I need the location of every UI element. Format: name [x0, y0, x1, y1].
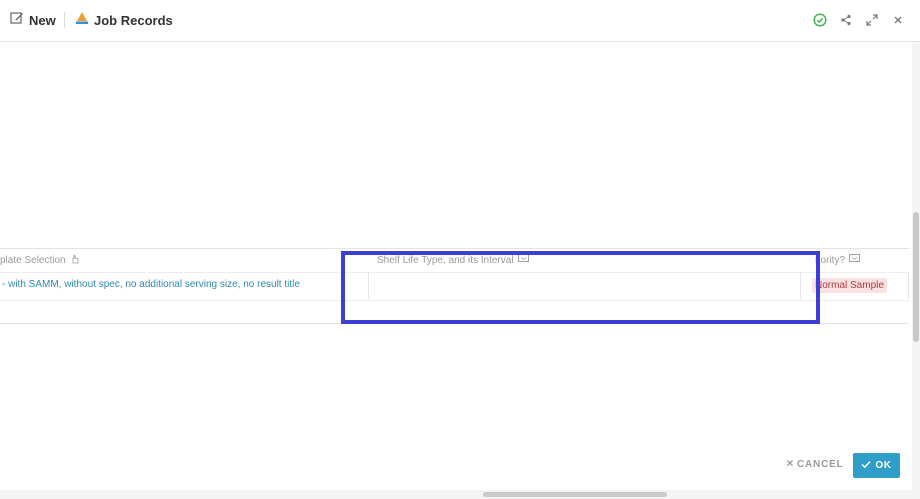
- grid-top-border: [0, 248, 909, 249]
- comment-icon: [849, 254, 860, 267]
- cell-divider: [800, 272, 801, 299]
- column-header-template-selection[interactable]: plate Selection: [0, 254, 80, 267]
- cell-divider: [908, 272, 909, 299]
- column-header-shelf-life[interactable]: Shelf Life Type, and its Interval: [377, 254, 529, 267]
- column-header-label: Shelf Life Type, and its Interval: [377, 255, 514, 266]
- edit-icon: [10, 11, 24, 30]
- cancel-button[interactable]: CANCEL: [786, 459, 843, 470]
- grid-bottom-border: [0, 323, 909, 324]
- column-header-label: plate Selection: [0, 255, 66, 266]
- shelf-life-cell[interactable]: [369, 273, 800, 298]
- cancel-label: CANCEL: [797, 459, 844, 470]
- horizontal-scrollbar-thumb[interactable]: [483, 492, 667, 497]
- column-header-priority[interactable]: riority?: [815, 254, 860, 267]
- page-title: Job Records: [75, 11, 173, 30]
- share-icon[interactable]: [838, 12, 854, 28]
- check-icon: [861, 460, 871, 472]
- close-icon[interactable]: [890, 12, 906, 28]
- header-actions: [812, 12, 906, 28]
- horizontal-scrollbar[interactable]: [0, 490, 920, 499]
- new-label: New: [29, 13, 56, 28]
- expand-icon[interactable]: [864, 12, 880, 28]
- column-header-label: riority?: [815, 255, 846, 266]
- close-icon: [786, 459, 794, 470]
- new-tab[interactable]: New: [10, 11, 56, 30]
- dialog-header: New Job Records: [0, 0, 920, 42]
- hand-icon: [70, 254, 80, 267]
- app-logo-icon: [75, 11, 89, 30]
- header-divider: [64, 12, 65, 28]
- comment-icon: [517, 254, 529, 267]
- ok-label: OK: [875, 460, 892, 471]
- vertical-scrollbar-thumb[interactable]: [913, 212, 919, 342]
- title-label: Job Records: [94, 13, 173, 28]
- template-selection-link[interactable]: - with SAMM, without spec, no additional…: [2, 279, 300, 290]
- check-circle-icon[interactable]: [812, 12, 828, 28]
- priority-badge[interactable]: Normal Sample: [812, 278, 887, 293]
- ok-button[interactable]: OK: [853, 453, 900, 478]
